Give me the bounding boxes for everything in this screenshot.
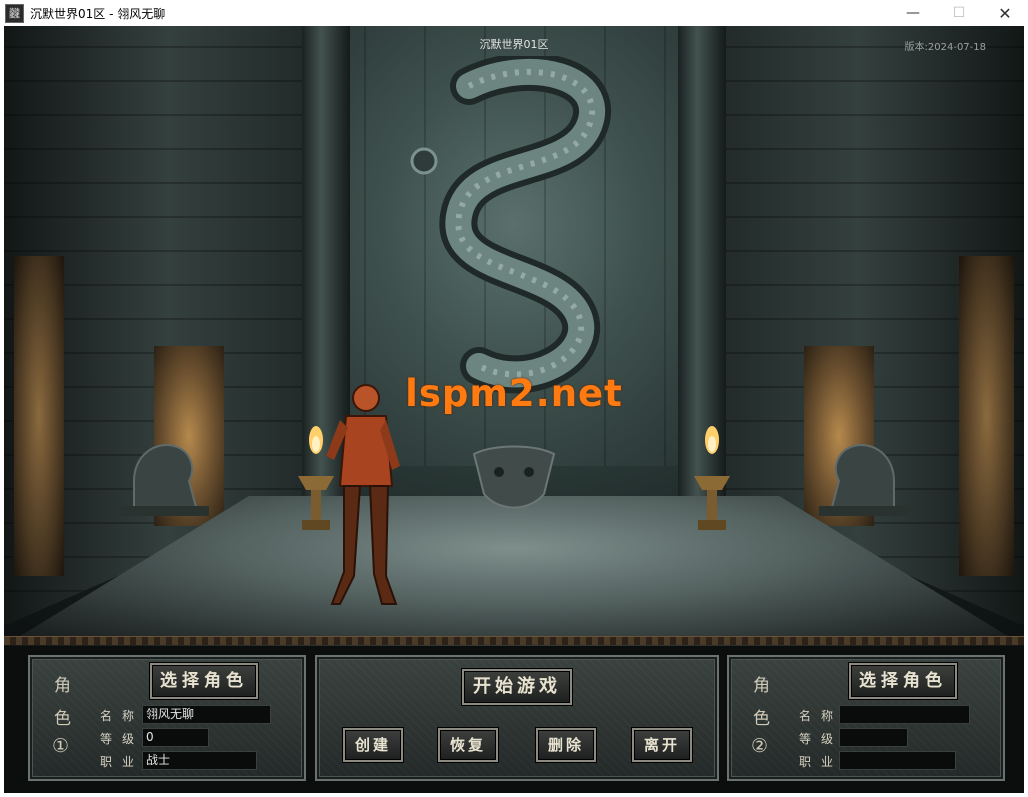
- close-button[interactable]: ✕: [982, 0, 1028, 26]
- right-lion-statue-icon: [819, 444, 909, 516]
- slot-2-class-label: 职业: [799, 755, 844, 769]
- slot-2-name-label: 名称: [799, 709, 844, 723]
- slot-1-select-character-button[interactable]: 选择角色: [150, 663, 258, 699]
- slot-2-label-char-2: 色: [753, 709, 770, 729]
- game-viewport: 沉默世界01区 版本:2024-07-18 lspm2.net 角 色 ① 选择…: [4, 26, 1024, 793]
- slot-1-name-field: 翎风无聊: [142, 705, 271, 724]
- dragon-relief-icon: [410, 56, 611, 394]
- slot-2-level-field: [839, 728, 908, 747]
- slot-2-label-char-1: 角: [753, 676, 770, 696]
- slot-2-name-field: [839, 705, 970, 724]
- slot-2-number: ②: [751, 735, 769, 757]
- minimize-button[interactable]: —: [890, 0, 936, 26]
- slot-2-level-label: 等级: [799, 732, 844, 746]
- demon-mask-relief-icon: [472, 445, 556, 509]
- restore-character-button[interactable]: 恢复: [438, 728, 498, 762]
- app-icon: 龖: [5, 3, 24, 23]
- slot-2-class-field: [839, 751, 956, 770]
- delete-character-button[interactable]: 删除: [536, 728, 596, 762]
- window-title: 沉默世界01区 - 翎风无聊: [30, 6, 166, 21]
- slot-1-label-char-2: 色: [54, 709, 71, 729]
- character-slot-2-panel: 角 色 ② 选择角色 名称 等级 职业: [727, 655, 1005, 781]
- left-lion-statue-icon: [119, 444, 209, 516]
- character-slot-1-panel: 角 色 ① 选择角色 名称 翎风无聊 等级 0 职业 战士: [28, 655, 306, 781]
- slot-1-class-label: 职业: [100, 755, 145, 769]
- character-select-scene: 沉默世界01区 版本:2024-07-18 lspm2.net: [4, 26, 1024, 646]
- window-titlebar: 龖 沉默世界01区 - 翎风无聊 — ☐ ✕: [0, 0, 1028, 26]
- version-label: 版本:2024-07-18: [904, 42, 986, 53]
- left-outer-doorway: [14, 256, 64, 576]
- right-outer-doorway: [959, 256, 1014, 576]
- slot-1-level-label: 等级: [100, 732, 145, 746]
- slot-1-number: ①: [52, 735, 70, 757]
- slot-1-label-char-1: 角: [54, 676, 71, 696]
- slot-2-select-character-button[interactable]: 选择角色: [849, 663, 957, 699]
- watermark-text: lspm2.net: [405, 372, 623, 415]
- ornamental-divider: [4, 636, 1024, 645]
- slot-1-level-field: 0: [142, 728, 209, 747]
- create-character-button[interactable]: 创建: [343, 728, 403, 762]
- start-game-button[interactable]: 开始游戏: [462, 669, 572, 705]
- right-torch-brazier-icon: [694, 426, 730, 530]
- game-controls-panel: 开始游戏 创建 恢复 删除 离开: [315, 655, 719, 781]
- server-title: 沉默世界01区: [479, 38, 549, 51]
- slot-1-name-label: 名称: [100, 709, 145, 723]
- slot-1-class-field: 战士: [142, 751, 257, 770]
- exit-button[interactable]: 离开: [632, 728, 692, 762]
- maximize-button[interactable]: ☐: [936, 0, 982, 26]
